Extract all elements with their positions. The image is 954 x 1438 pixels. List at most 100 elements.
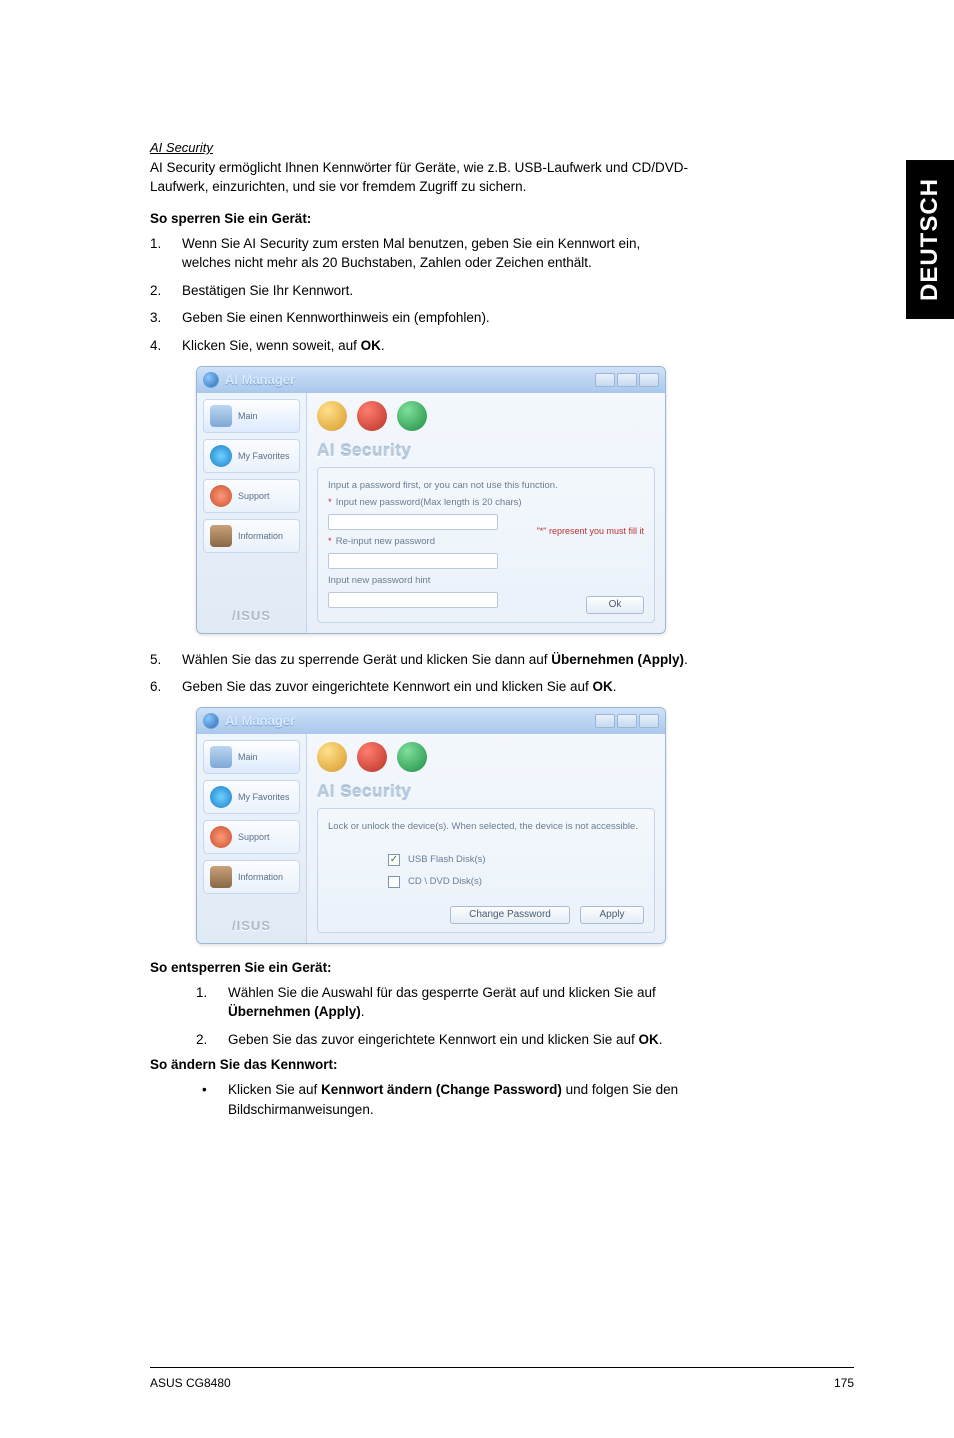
lock-steps-a: 1.Wenn Sie AI Security zum ersten Mal be… [150, 234, 690, 356]
required-mark: * [328, 536, 332, 547]
panel-instruction: Input a password first, or you can not u… [328, 480, 644, 491]
app-logo-icon [203, 713, 219, 729]
minimize-button[interactable] [595, 373, 615, 387]
step-text: Geben Sie das zuvor eingerichtete Kennwo… [228, 1030, 690, 1050]
tool-icon[interactable] [397, 742, 427, 772]
check-label: CD \ DVD Disk(s) [408, 876, 482, 887]
change-bullets: •Klicken Sie auf Kennwort ändern (Change… [196, 1080, 690, 1119]
password-panel: Input a password first, or you can not u… [317, 467, 655, 623]
title-bar: AI Manager [197, 708, 665, 734]
screenshot-lock-devices: AI Manager Main My Favorites Support Inf… [196, 707, 690, 944]
cddvd-checkbox[interactable] [388, 876, 400, 888]
nav-main[interactable]: Main [203, 740, 300, 774]
step-num: 6. [150, 677, 182, 697]
step-text: Geben Sie einen Kennworthinweis ein (emp… [182, 308, 690, 328]
app-window: AI Manager Main My Favorites Support Inf… [196, 366, 666, 634]
side-nav: Main My Favorites Support Information /I… [197, 393, 307, 633]
close-button[interactable] [639, 373, 659, 387]
main-icon [210, 746, 232, 768]
nav-label: My Favorites [238, 451, 290, 461]
window-controls [595, 373, 659, 387]
required-hint: "*" represent you must fill it [537, 526, 644, 536]
unlock-steps: 1.Wählen Sie die Auswahl für das gesperr… [196, 983, 690, 1050]
intro-text: AI Security ermöglicht Ihnen Kennwörter … [150, 159, 690, 197]
ok-button[interactable]: Ok [586, 596, 644, 614]
brand-logo: /ISUS [203, 605, 300, 627]
nav-label: Information [238, 872, 283, 882]
nav-information[interactable]: Information [203, 860, 300, 894]
nav-support[interactable]: Support [203, 479, 300, 513]
password-hint-input[interactable] [328, 592, 498, 608]
lock-steps-b: 5.Wählen Sie das zu sperrende Gerät und … [150, 650, 690, 697]
usb-checkbox[interactable]: ✓ [388, 854, 400, 866]
language-tab: DEUTSCH [906, 160, 954, 319]
maximize-button[interactable] [617, 373, 637, 387]
nav-label: Main [238, 411, 258, 421]
brand-logo: /ISUS [203, 915, 300, 937]
step-num: 4. [150, 336, 182, 356]
step-num: 3. [150, 308, 182, 328]
favorites-icon [210, 786, 232, 808]
panel-title: AI Security [317, 441, 655, 461]
main-icon [210, 405, 232, 427]
confirm-password-input[interactable] [328, 553, 498, 569]
close-button[interactable] [639, 714, 659, 728]
information-icon [210, 525, 232, 547]
tool-icon[interactable] [317, 742, 347, 772]
panel-title: AI Security [317, 782, 655, 802]
step-text: Wenn Sie AI Security zum ersten Mal benu… [182, 234, 690, 273]
change-heading: So ändern Sie das Kennwort: [150, 1057, 690, 1072]
device-panel: Lock or unlock the device(s). When selec… [317, 808, 655, 933]
footer-product: ASUS CG8480 [150, 1376, 231, 1390]
step-text: Geben Sie das zuvor eingerichtete Kennwo… [182, 677, 690, 697]
nav-favorites[interactable]: My Favorites [203, 780, 300, 814]
field-label: Input new password hint [328, 575, 430, 586]
main-pane: AI Security Input a password first, or y… [307, 393, 665, 633]
tool-icon[interactable] [357, 401, 387, 431]
nav-label: Support [238, 832, 270, 842]
step-num: 1. [150, 234, 182, 273]
nav-support[interactable]: Support [203, 820, 300, 854]
nav-favorites[interactable]: My Favorites [203, 439, 300, 473]
tool-row [317, 742, 655, 772]
bullet: • [196, 1080, 228, 1119]
side-nav: Main My Favorites Support Information /I… [197, 734, 307, 943]
field-label: Input new password(Max length is 20 char… [336, 497, 522, 508]
minimize-button[interactable] [595, 714, 615, 728]
apply-button[interactable]: Apply [580, 906, 644, 924]
nav-label: My Favorites [238, 792, 290, 802]
step-text: Bestätigen Sie Ihr Kennwort. [182, 281, 690, 301]
page-footer: ASUS CG8480 175 [0, 1367, 954, 1390]
check-row-cddvd: CD \ DVD Disk(s) [388, 876, 644, 888]
check-row-usb: ✓ USB Flash Disk(s) [388, 854, 644, 866]
footer-page-number: 175 [834, 1376, 854, 1390]
maximize-button[interactable] [617, 714, 637, 728]
lock-heading: So sperren Sie ein Gerät: [150, 211, 690, 226]
tool-row [317, 401, 655, 431]
main-pane: AI Security Lock or unlock the device(s)… [307, 734, 665, 943]
tool-icon[interactable] [317, 401, 347, 431]
check-label: USB Flash Disk(s) [408, 854, 486, 865]
required-mark: * [328, 497, 332, 508]
change-password-button[interactable]: Change Password [450, 906, 570, 924]
page-content: AI Security AI Security ermöglicht Ihnen… [0, 0, 790, 1120]
app-logo-icon [203, 372, 219, 388]
step-num: 1. [196, 983, 228, 1022]
tool-icon[interactable] [357, 742, 387, 772]
window-controls [595, 714, 659, 728]
nav-label: Support [238, 491, 270, 501]
nav-label: Main [238, 752, 258, 762]
step-text: Wählen Sie die Auswahl für das gesperrte… [228, 983, 690, 1022]
bullet-text: Klicken Sie auf Kennwort ändern (Change … [228, 1080, 690, 1119]
nav-information[interactable]: Information [203, 519, 300, 553]
section-title: AI Security [150, 140, 690, 155]
information-icon [210, 866, 232, 888]
favorites-icon [210, 445, 232, 467]
tool-icon[interactable] [397, 401, 427, 431]
nav-main[interactable]: Main [203, 399, 300, 433]
new-password-input[interactable] [328, 514, 498, 530]
panel-instruction: Lock or unlock the device(s). When selec… [328, 821, 644, 832]
step-num: 2. [150, 281, 182, 301]
screenshot-lock-new-password: AI Manager Main My Favorites Support Inf… [196, 366, 690, 634]
app-window: AI Manager Main My Favorites Support Inf… [196, 707, 666, 944]
